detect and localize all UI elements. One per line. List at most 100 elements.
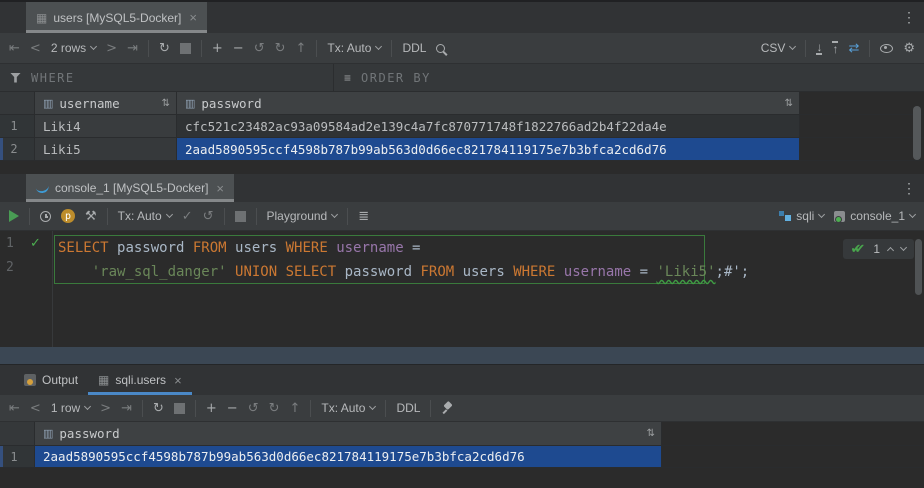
history-clock-icon[interactable]: [40, 211, 51, 222]
column-header-password[interactable]: ▥ password ⇅: [177, 92, 800, 114]
parameters-icon[interactable]: p: [61, 209, 75, 223]
delete-row-icon[interactable]: −: [233, 42, 244, 55]
last-page-icon[interactable]: ⇥: [127, 42, 138, 55]
column-header-password[interactable]: ▥ password ⇅: [35, 422, 662, 445]
tab-console[interactable]: console_1 [MySQL5-Docker] ×: [26, 174, 234, 202]
table-icon: ▦: [36, 11, 47, 25]
tab-users-grid[interactable]: ▦ users [MySQL5-Docker] ×: [26, 2, 207, 33]
sort-icon[interactable]: ⇅: [647, 428, 661, 439]
tx-mode-dropdown[interactable]: Tx: Auto: [118, 209, 172, 223]
chevron-down-icon: [90, 43, 97, 50]
gear-icon[interactable]: ⚙: [903, 42, 915, 55]
chevron-up-icon[interactable]: [887, 247, 894, 254]
cell-password[interactable]: cfc521c23482ac93a09584ad2e139c4a7fc87077…: [177, 115, 800, 137]
kebab-menu-icon[interactable]: ⋮: [894, 180, 924, 197]
close-icon[interactable]: ×: [174, 373, 182, 388]
order-by-filter[interactable]: ≡ ORDER BY: [334, 64, 431, 91]
tx-mode-dropdown[interactable]: Tx: Auto: [327, 41, 381, 55]
close-icon[interactable]: ×: [216, 181, 224, 196]
grid-filter-row: WHERE ≡ ORDER BY: [0, 64, 924, 92]
close-icon[interactable]: ×: [189, 10, 197, 25]
add-row-icon[interactable]: +: [212, 42, 223, 55]
table-row: 1 2aad5890595ccf4598b787b99ab563d0d66ec8…: [0, 446, 924, 468]
first-page-icon[interactable]: ⇤: [9, 42, 20, 55]
page-size-dropdown[interactable]: 1 row: [51, 401, 90, 415]
stop-icon[interactable]: [235, 211, 246, 222]
sql-line-1[interactable]: SELECT password FROM users WHERE usernam…: [58, 236, 420, 260]
redo-icon[interactable]: ↻: [269, 402, 280, 415]
divider: [201, 40, 202, 57]
revert-icon[interactable]: ↺: [248, 402, 259, 415]
column-header-label: username: [59, 96, 119, 111]
chevron-down-icon: [331, 211, 338, 218]
column-icon: ▥: [43, 427, 53, 440]
panel-splitter[interactable]: [0, 347, 924, 364]
grid-header-row: ▥ username ⇅ ▥ password ⇅: [0, 92, 924, 115]
order-by-icon: ≡: [344, 71, 351, 85]
grid-toolbar: ⇤ < 2 rows > ⇥ ↻ + − ↺ ↻ ↑ Tx: Auto DDL …: [0, 33, 924, 64]
column-header-username[interactable]: ▥ username ⇅: [35, 92, 177, 114]
revert-icon[interactable]: ↺: [254, 42, 265, 55]
sort-icon[interactable]: ⇅: [162, 98, 176, 109]
pin-icon[interactable]: [441, 401, 454, 415]
sql-editor[interactable]: 1 2 ✓ SELECT password FROM users WHERE u…: [0, 231, 924, 347]
result-count: 1: [873, 242, 880, 256]
session-dropdown[interactable]: console_1: [834, 209, 915, 223]
divider: [148, 40, 149, 57]
sort-icon[interactable]: ⇅: [785, 98, 799, 109]
commit-check-icon[interactable]: ✓: [182, 210, 193, 223]
ddl-button[interactable]: DDL: [396, 401, 420, 415]
sql-line-2[interactable]: 'raw_sql_danger' UNION SELECT password F…: [58, 260, 749, 284]
submit-icon[interactable]: ↑: [290, 402, 301, 415]
cell-username[interactable]: Liki5: [35, 138, 177, 160]
run-play-icon[interactable]: [9, 210, 19, 222]
search-icon[interactable]: [436, 44, 445, 53]
mysql-dolphin-icon: [35, 182, 50, 194]
next-page-icon[interactable]: >: [106, 42, 117, 55]
tx-mode-dropdown[interactable]: Tx: Auto: [321, 401, 375, 415]
stop-icon[interactable]: [174, 403, 185, 414]
tx-mode-label: Tx: Auto: [321, 401, 365, 415]
stop-icon[interactable]: [180, 43, 191, 54]
compare-sync-icon[interactable]: ⇄: [848, 40, 859, 56]
last-page-icon[interactable]: ⇥: [121, 402, 132, 415]
next-page-icon[interactable]: >: [100, 402, 111, 415]
tab-sqli-users-label: sqli.users: [115, 373, 166, 387]
divider: [347, 208, 348, 225]
add-row-icon[interactable]: +: [206, 402, 217, 415]
reload-icon[interactable]: ↻: [153, 402, 164, 415]
chevron-down-icon[interactable]: [900, 244, 907, 251]
ddl-button[interactable]: DDL: [402, 41, 426, 55]
delete-row-icon[interactable]: −: [227, 402, 238, 415]
console-tab-bar: console_1 [MySQL5-Docker] × ⋮: [0, 174, 924, 202]
view-options-eye-icon[interactable]: [880, 44, 893, 53]
editor-scrollbar[interactable]: [915, 239, 922, 295]
previous-page-icon[interactable]: <: [30, 42, 41, 55]
submit-icon[interactable]: ↑: [296, 42, 307, 55]
cell-password-selected[interactable]: 2aad5890595ccf4598b787b99ab563d0d66ec821…: [35, 446, 662, 467]
column-header-label: password: [59, 426, 119, 441]
cell-username[interactable]: Liki4: [35, 115, 177, 137]
export-format-dropdown[interactable]: CSV: [761, 41, 796, 55]
wrench-icon[interactable]: ⚒: [85, 210, 97, 223]
previous-page-icon[interactable]: <: [30, 402, 41, 415]
first-page-icon[interactable]: ⇤: [9, 402, 20, 415]
import-upload-icon[interactable]: ↑: [832, 41, 838, 55]
divider: [107, 208, 108, 225]
export-download-icon[interactable]: ↓: [816, 41, 822, 55]
page-size-dropdown[interactable]: 2 rows: [51, 41, 96, 55]
output-layout-icon[interactable]: ≣: [358, 210, 369, 223]
kebab-menu-icon[interactable]: ⋮: [894, 9, 924, 26]
cell-password-selected[interactable]: 2aad5890595ccf4598b787b99ab563d0d66ec821…: [177, 138, 800, 160]
rollback-icon[interactable]: ↺: [203, 210, 214, 223]
tab-sqli-users[interactable]: ▦ sqli.users ×: [88, 365, 192, 395]
grid-scrollbar[interactable]: [913, 106, 921, 160]
playground-dropdown[interactable]: Playground: [267, 209, 338, 223]
where-filter[interactable]: WHERE: [0, 64, 333, 91]
redo-icon[interactable]: ↻: [275, 42, 286, 55]
schema-dropdown[interactable]: sqli: [779, 209, 824, 223]
chevron-down-icon: [375, 43, 382, 50]
result-toolbar: ⇤ < 1 row > ⇥ ↻ + − ↺ ↻ ↑ Tx: Auto DDL: [0, 395, 924, 422]
reload-icon[interactable]: ↻: [159, 42, 170, 55]
tab-output[interactable]: Output: [14, 365, 88, 395]
